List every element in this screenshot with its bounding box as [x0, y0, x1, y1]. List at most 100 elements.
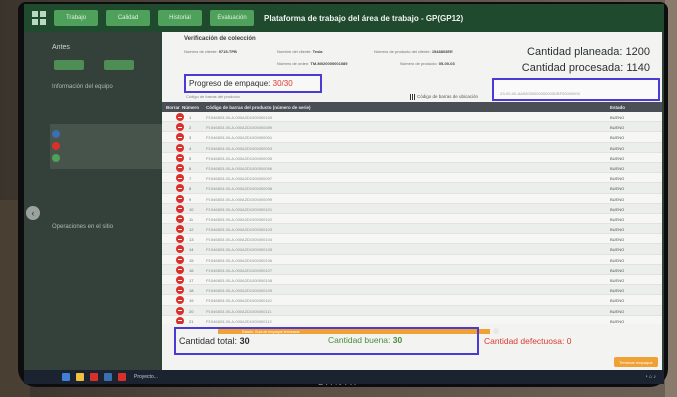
delete-row-icon[interactable]: [176, 184, 184, 193]
delete-row-icon[interactable]: [176, 296, 184, 305]
delete-row-icon[interactable]: [176, 276, 184, 284]
app-icon[interactable]: [104, 373, 112, 381]
row-serial: P1546803-00-A-000A2D1000000108: [206, 278, 273, 283]
row-serial: P1546803-00-A-000A2D1000000093: [206, 145, 273, 151]
row-status: BUENO: [610, 206, 625, 212]
row-status: BUENO: [610, 145, 625, 151]
defective-quantity: Cantidad defectuosa: 0: [484, 336, 572, 346]
processed-quantity: Cantidad procesada: 1140: [521, 62, 650, 74]
sidebar-section-antes[interactable]: Antes: [52, 44, 70, 51]
row-serial: P1546803-00-A-000A2D1000000112: [206, 318, 272, 324]
table-row: 10 P1546803-00-A-000A2D1000000101 BUENO: [162, 203, 662, 214]
header-action: Borrar: [166, 105, 180, 110]
taskbar: Proyecto... ◔ ⌂ ♪: [24, 370, 664, 384]
table-row: 14 P1546803-00-A-000A2D1000000105 BUENO: [162, 244, 662, 255]
delete-row-icon[interactable]: [176, 163, 184, 172]
delete-row-icon[interactable]: [176, 204, 184, 213]
row-status: BUENO: [610, 288, 625, 294]
table-body: 1 P1546803-00-A-000A2D1000000100 BUENO 2 P15…: [162, 112, 662, 324]
delete-row-icon[interactable]: [176, 214, 184, 223]
row-number: 2: [189, 125, 192, 131]
platform-title: Plataforma de trabajo del área de trabaj…: [264, 13, 464, 23]
row-status: BUENO: [610, 216, 625, 222]
header-number: Número: [182, 105, 200, 110]
table-row: 7 P1546803-00-A-000A2D1000000097 BUENO: [162, 173, 662, 184]
header-status: Estado: [610, 105, 626, 110]
status-dot-icon: [52, 130, 60, 138]
row-serial: P1546803-00-A-000A2D1000000106: [206, 257, 273, 263]
row-serial: P1546803-00-A-000A2D1000000109: [206, 288, 273, 294]
table-row: 21 P1546803-00-A-000A2D1000000112 BUENO: [162, 315, 662, 324]
row-serial: P1546803-00-A-000A2D1000000098: [206, 186, 273, 192]
delete-row-icon[interactable]: [176, 306, 184, 315]
table-row: 1 P1546803-00-A-000A2D1000000100 BUENO: [162, 112, 662, 123]
delete-row-icon[interactable]: [176, 245, 184, 254]
sidebar-button-2[interactable]: [104, 60, 134, 70]
delete-row-icon[interactable]: [176, 133, 184, 142]
row-status: BUENO: [610, 227, 625, 233]
sidebar: Antes Información del equipo Operaciones…: [24, 32, 170, 370]
sidebar-section-operaciones[interactable]: Operaciones en el sitio: [52, 224, 113, 230]
tab-trabajo[interactable]: Trabajo: [54, 10, 98, 26]
row-serial: P1546803-00-A-000A2D1000000111: [206, 308, 272, 314]
row-number: 17: [189, 278, 194, 283]
row-number: 8: [189, 186, 192, 192]
collection-verification-dialog: Verificación de colección Número de clie…: [162, 32, 662, 370]
meta-client-product: Número de producto del cliente: 1548803E…: [374, 49, 453, 54]
status-bar-knob[interactable]: [493, 328, 499, 334]
row-number: 3: [189, 135, 192, 141]
file-explorer-icon[interactable]: [76, 373, 84, 381]
app-icon[interactable]: [118, 373, 126, 381]
delete-row-icon[interactable]: [176, 255, 184, 264]
packing-progress-value: 30/30: [272, 79, 293, 88]
row-status: BUENO: [610, 135, 625, 141]
app-icon[interactable]: [90, 373, 98, 381]
barcode-input[interactable]: Z9-00-00-AA00000000000000DBF00000000: [500, 91, 580, 96]
table-row: 2 P1546803-00-A-000A2D1000000089 BUENO: [162, 122, 662, 133]
delete-row-icon[interactable]: [176, 113, 184, 121]
tab-calidad[interactable]: Calidad: [106, 10, 150, 26]
delete-row-icon[interactable]: [176, 286, 184, 295]
delete-row-icon[interactable]: [176, 153, 184, 162]
delete-row-icon[interactable]: [176, 225, 184, 234]
delete-row-icon[interactable]: [176, 123, 184, 132]
row-status: BUENO: [610, 267, 625, 273]
status-dot-icon: [52, 142, 60, 150]
delete-row-icon[interactable]: [176, 194, 184, 203]
delete-row-icon[interactable]: [176, 316, 184, 324]
caja-caption: Código de barras del producto: [186, 94, 240, 99]
delete-row-icon[interactable]: [176, 265, 184, 274]
tab-evaluacion[interactable]: Evaluación: [210, 10, 254, 26]
sidebar-button-1[interactable]: [54, 60, 84, 70]
row-number: 19: [189, 298, 194, 304]
meta-client-number: Número de cliente: 9715-TPB: [184, 49, 237, 54]
meta-order-number: Número de orden: TM-M020000001089: [277, 61, 348, 66]
row-number: 6: [189, 165, 192, 171]
planned-quantity: Cantidad planeada: 1200: [527, 46, 650, 58]
row-serial: P1546803-00-A-000A2D1000000097: [206, 176, 273, 182]
delete-row-icon[interactable]: [176, 143, 184, 152]
system-tray[interactable]: ◔ ⌂ ♪: [645, 374, 656, 380]
table-row: 9 P1546803-00-A-000A2D1000000099 BUENO: [162, 193, 662, 204]
taskbar-app-label[interactable]: Proyecto...: [134, 374, 158, 380]
sidebar-equipment-list[interactable]: [50, 124, 170, 169]
delete-row-icon[interactable]: [176, 235, 184, 244]
row-status: BUENO: [610, 318, 625, 324]
tab-historial[interactable]: Historial: [158, 10, 202, 26]
row-serial: P1546803-00-A-000A2D1000000101: [206, 206, 273, 212]
delete-row-icon[interactable]: [176, 174, 184, 183]
finish-packing-button[interactable]: Terminar empaque: [614, 357, 658, 367]
row-number: 21: [189, 318, 194, 324]
chevron-left-icon[interactable]: ‹: [26, 206, 40, 220]
app-grid-icon[interactable]: [32, 11, 46, 25]
row-status: BUENO: [610, 155, 625, 161]
top-bar: Trabajo Calidad Historial Evaluación Pla…: [24, 4, 664, 32]
row-number: 14: [189, 247, 194, 253]
windows-start-icon[interactable]: [62, 373, 70, 381]
sidebar-section-equipo[interactable]: Información del equipo: [52, 84, 113, 90]
row-serial: P1546803-00-A-000A2D1000000089: [206, 125, 273, 131]
row-serial: P1546803-00-A-000A2D1000000107: [206, 267, 273, 273]
row-serial: P1546803-00-A-000A2D1000000105: [206, 247, 273, 253]
barcode-input-box[interactable]: Z9-00-00-AA00000000000000DBF00000000: [492, 78, 660, 101]
row-number: 15: [189, 257, 194, 263]
